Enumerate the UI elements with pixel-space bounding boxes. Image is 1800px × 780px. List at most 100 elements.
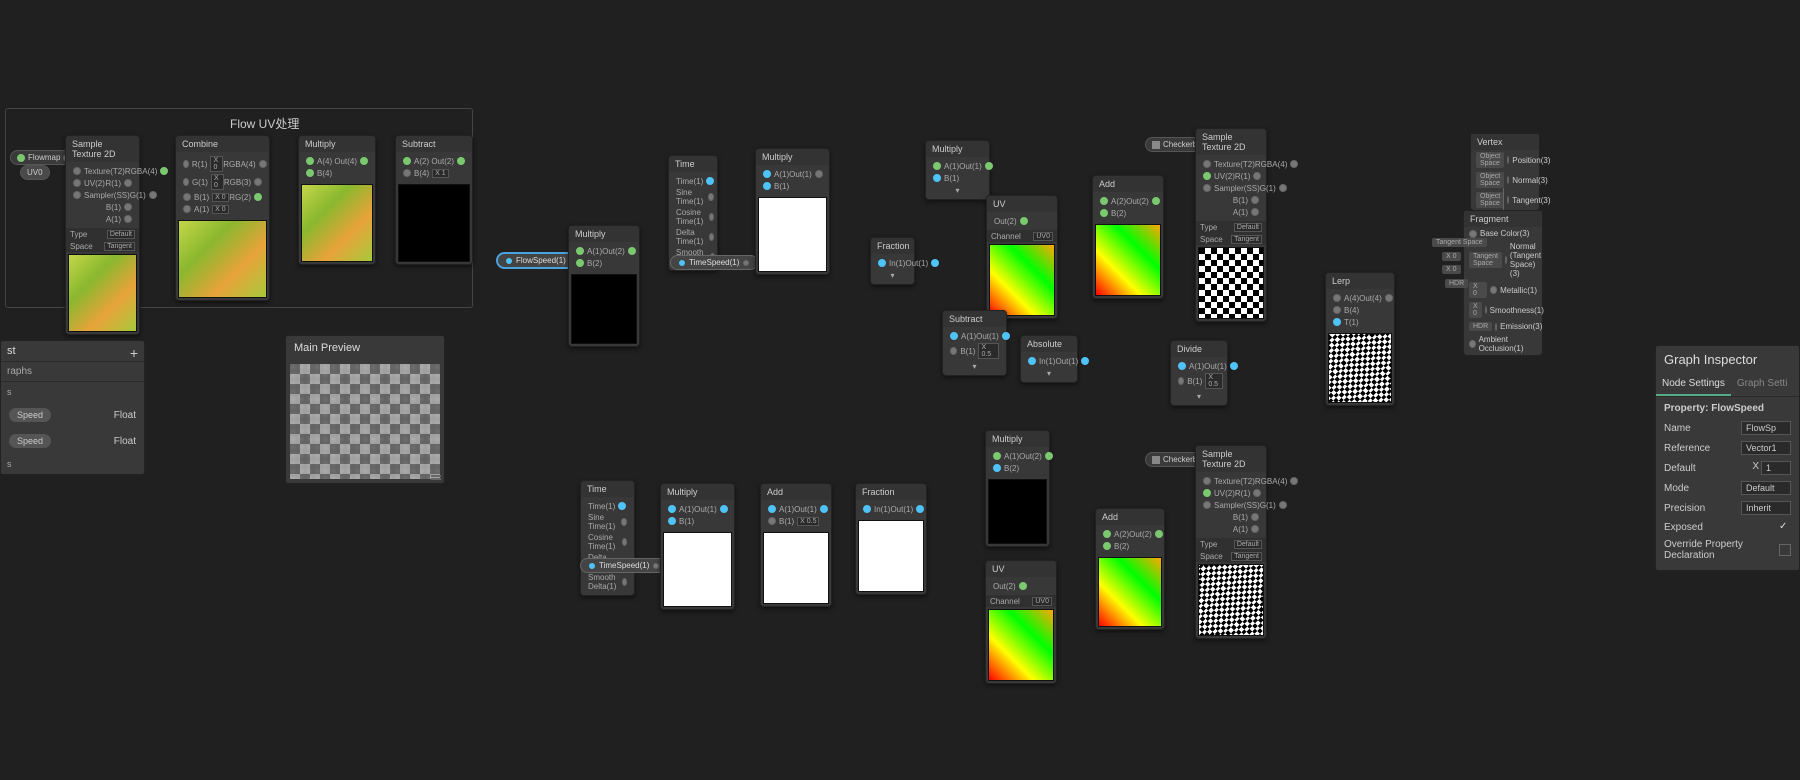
master-vertex[interactable]: Vertex Object SpacePosition(3) Object Sp… <box>1470 133 1540 211</box>
node-title: Subtract <box>396 136 472 152</box>
label-exposed: Exposed <box>1664 522 1703 533</box>
node-title: Multiply <box>986 431 1049 447</box>
val-a[interactable]: X 0 <box>212 205 229 214</box>
node-preview <box>1095 224 1161 296</box>
property-uv0[interactable]: UV0 <box>20 165 50 180</box>
node-sample-texture-2d-2[interactable]: Sample Texture 2D Texture(T2)RGBA(4) UV(… <box>1195 128 1267 322</box>
node-uv-2[interactable]: UV Out(2) ChannelUV0 <box>985 560 1057 684</box>
val-r[interactable]: X 0 <box>210 156 223 172</box>
node-preview <box>68 254 137 332</box>
node-title: Sample Texture 2D <box>1196 129 1266 155</box>
node-fraction-1[interactable]: Fraction In(1)Out(1) ▾ <box>870 237 915 285</box>
node-title: Vertex <box>1471 134 1539 150</box>
main-preview-panel[interactable]: Main Preview <box>285 335 445 484</box>
node-preview <box>763 532 829 604</box>
tag-hdr: HDR <box>1445 279 1468 288</box>
type-select[interactable]: Default <box>1234 540 1262 549</box>
val-b[interactable]: X 0.5 <box>797 517 819 526</box>
label-name: Name <box>1664 423 1691 434</box>
field-reference[interactable]: Vector1 <box>1741 441 1791 455</box>
node-multiply-5[interactable]: Multiply A(1)Out(1) B(1) <box>660 483 735 610</box>
node-multiply-6[interactable]: Multiply A(1)Out(2) B(2) <box>985 430 1050 547</box>
node-title: Add <box>1096 509 1164 525</box>
graph-canvas[interactable]: Flow UV处理 Flowmap UV0 Sample Texture 2D … <box>0 0 1800 780</box>
val-g[interactable]: X 0 <box>211 174 224 190</box>
chevron-down-icon[interactable]: ▾ <box>972 362 976 371</box>
property-row[interactable]: Speed Float <box>1 428 144 454</box>
node-sample-texture-2d-1[interactable]: Sample Texture 2D Texture(T2)RGBA(4) UV(… <box>65 135 140 335</box>
node-title: Multiply <box>926 141 989 157</box>
val-b[interactable]: X 1 <box>432 169 449 178</box>
tab-graph-settings[interactable]: Graph Setti <box>1731 373 1794 396</box>
node-subtract-1[interactable]: Subtract A(2)Out(2) B(4)X 1 <box>395 135 473 265</box>
node-add-3[interactable]: Add A(2)Out(2) B(2) <box>1095 508 1165 630</box>
node-preview <box>988 479 1047 544</box>
field-name[interactable]: FlowSp <box>1741 421 1791 435</box>
node-preview <box>178 220 267 298</box>
val-b[interactable]: X 0.5 <box>1205 373 1223 389</box>
node-multiply-2[interactable]: Multiply A(1)Out(2) B(2) <box>568 225 640 347</box>
chevron-down-icon[interactable]: ▾ <box>890 271 894 280</box>
label-override: Override Property Declaration <box>1664 539 1764 561</box>
chevron-down-icon[interactable]: ▾ <box>1047 369 1051 378</box>
node-fraction-2[interactable]: Fraction In(1)Out(1) <box>855 483 927 595</box>
node-divide[interactable]: Divide A(1)Out(1) B(1)X 0.5 ▾ <box>1170 340 1228 406</box>
node-preview <box>758 197 827 272</box>
node-preview <box>858 520 924 592</box>
checkbox-exposed[interactable] <box>1779 521 1791 533</box>
val-b[interactable]: X 0.5 <box>978 343 999 359</box>
label-reference: Reference <box>1664 443 1710 454</box>
node-title: Lerp <box>1326 273 1394 289</box>
node-subtract-2[interactable]: Subtract A(1)Out(1) B(1)X 0.5 ▾ <box>942 310 1007 376</box>
property-row[interactable]: Speed Float <box>1 402 144 428</box>
space-select[interactable]: Tangent <box>1231 235 1262 244</box>
tab-node-settings[interactable]: Node Settings <box>1656 373 1731 396</box>
val-b[interactable]: X 0 <box>212 193 229 202</box>
add-property-button[interactable]: + <box>130 345 138 361</box>
node-title: Add <box>761 484 831 500</box>
node-lerp[interactable]: Lerp A(4)Out(4) B(4) T(1) <box>1325 272 1395 406</box>
tag-x0b: X 0 <box>1442 265 1461 274</box>
node-sample-texture-2d-3[interactable]: Sample Texture 2D Texture(T2)RGBA(4) UV(… <box>1195 445 1267 639</box>
prop-type: Float <box>114 436 136 447</box>
field-precision[interactable]: Inherit <box>1741 501 1791 515</box>
property-timespeed-2[interactable]: TimeSpeed(1) <box>580 558 668 573</box>
blackboard[interactable]: st+ raphs s SpeedFloat SpeedFloat s <box>0 340 145 475</box>
node-title: UV <box>986 561 1056 577</box>
type-select[interactable]: Default <box>1234 223 1262 232</box>
property-timespeed-1[interactable]: TimeSpeed(1) <box>670 255 758 270</box>
node-title: Multiply <box>756 149 829 165</box>
label-precision: Precision <box>1664 503 1705 514</box>
node-title: Time <box>581 481 634 497</box>
prop-pill[interactable]: Speed <box>9 434 51 448</box>
node-preview <box>571 274 637 344</box>
field-mode[interactable]: Default <box>1741 481 1791 495</box>
field-default-x[interactable]: 1 <box>1761 461 1791 475</box>
space-select[interactable]: Tangent <box>104 242 135 251</box>
node-time-1[interactable]: Time Time(1) Sine Time(1) Cosine Time(1)… <box>668 155 718 271</box>
prop-pill[interactable]: Speed <box>9 408 51 422</box>
chevron-down-icon[interactable]: ▾ <box>955 186 959 195</box>
node-uv-1[interactable]: UV Out(2) ChannelUV0 <box>986 195 1058 319</box>
node-preview <box>1328 333 1392 403</box>
node-add-2[interactable]: Add A(1)Out(1) B(1)X 0.5 <box>760 483 832 607</box>
graph-inspector[interactable]: Graph Inspector Node Settings Graph Sett… <box>1655 345 1800 571</box>
checkbox-override[interactable] <box>1779 544 1791 556</box>
master-fragment[interactable]: Fragment Base Color(3) Tangent SpaceNorm… <box>1463 210 1543 356</box>
node-multiply-3[interactable]: Multiply A(1)Out(1) B(1) <box>755 148 830 275</box>
chevron-down-icon[interactable]: ▾ <box>1197 392 1201 401</box>
node-multiply-4[interactable]: Multiply A(1)Out(1) B(1) ▾ <box>925 140 990 200</box>
channel-select[interactable]: UV0 <box>1032 597 1052 606</box>
node-preview <box>663 532 732 607</box>
node-absolute[interactable]: Absolute In(1)Out(1) ▾ <box>1020 335 1078 383</box>
node-time-2[interactable]: Time Time(1) Sine Time(1) Cosine Time(1)… <box>580 480 635 596</box>
node-title: Time <box>669 156 717 172</box>
node-combine[interactable]: Combine R(1)X 0RGBA(4) G(1)X 0RGB(3) B(1… <box>175 135 270 301</box>
channel-select[interactable]: UV0 <box>1033 232 1053 241</box>
node-add-1[interactable]: Add A(2)Out(2) B(2) <box>1092 175 1164 299</box>
node-multiply-1[interactable]: Multiply A(4)Out(4) B(4) <box>298 135 376 265</box>
prop-type: Float <box>114 410 136 421</box>
resize-handle[interactable] <box>431 478 441 480</box>
space-select[interactable]: Tangent <box>1231 552 1262 561</box>
type-select[interactable]: Default <box>107 230 135 239</box>
